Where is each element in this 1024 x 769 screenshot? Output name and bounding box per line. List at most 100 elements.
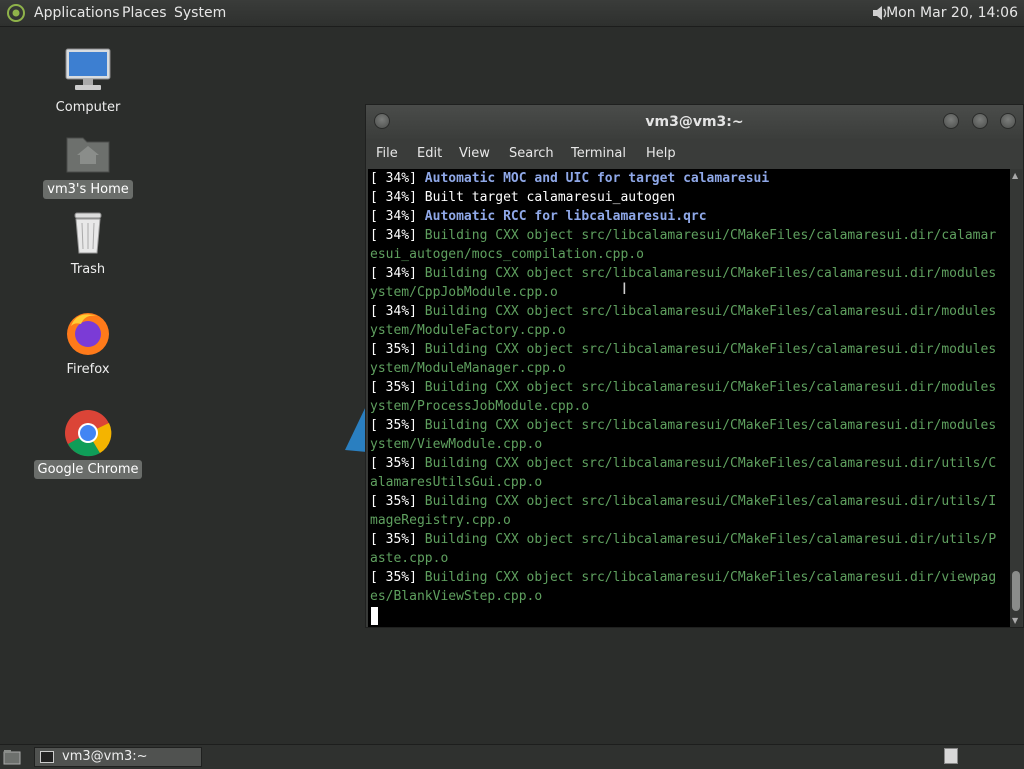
desktop-icon-label: vm3's Home bbox=[43, 180, 133, 199]
terminal-window[interactable]: vm3@vm3:~ File Edit View Search Terminal… bbox=[365, 104, 1024, 628]
progress-prefix: [ 34%] bbox=[370, 228, 425, 243]
terminal-line: ystem/CppJobModule.cpp.o bbox=[370, 285, 558, 300]
terminal-output[interactable]: [ 34%] Automatic MOC and UIC for target … bbox=[368, 169, 1010, 627]
progress-prefix: [ 34%] bbox=[370, 190, 425, 205]
trash-icon bbox=[74, 212, 102, 254]
terminal-line: es/BlankViewStep.cpp.o bbox=[370, 589, 542, 604]
line-text: ystem/ViewModule.cpp.o bbox=[370, 437, 543, 452]
menu-applications[interactable]: Applications bbox=[34, 5, 120, 21]
taskbar-button-terminal[interactable]: vm3@vm3:~ bbox=[34, 747, 202, 767]
terminal-line: [ 34%] Automatic RCC for libcalamaresui.… bbox=[370, 209, 707, 224]
line-text: mageRegistry.cpp.o bbox=[370, 513, 511, 528]
window-title: vm3@vm3:~ bbox=[645, 114, 744, 130]
terminal-line: [ 35%] Building CXX object src/libcalama… bbox=[370, 570, 996, 585]
line-text: Building CXX object src/libcalamaresui/C… bbox=[424, 228, 997, 243]
line-text: Building CXX object src/libcalamaresui/C… bbox=[424, 494, 997, 509]
line-text: Building CXX object src/libcalamaresui/C… bbox=[424, 266, 997, 281]
menu-edit[interactable]: Edit bbox=[417, 146, 442, 161]
desktop-icon-firefox[interactable]: Firefox bbox=[33, 308, 143, 379]
maximize-button[interactable] bbox=[972, 113, 988, 129]
show-desktop-icon[interactable] bbox=[3, 749, 21, 765]
terminal-line: [ 35%] Building CXX object src/libcalama… bbox=[370, 532, 996, 547]
progress-prefix: [ 34%] bbox=[370, 266, 425, 281]
desktop-icon-label: Trash bbox=[70, 262, 106, 277]
terminal-line: [ 35%] Building CXX object src/libcalama… bbox=[370, 380, 996, 395]
line-text: Building CXX object src/libcalamaresui/C… bbox=[424, 380, 997, 395]
desktop-icon-trash[interactable]: Trash bbox=[33, 208, 143, 279]
desktop-icon-chrome[interactable]: Google Chrome bbox=[33, 408, 143, 479]
progress-prefix: [ 35%] bbox=[370, 342, 425, 357]
menu-file[interactable]: File bbox=[376, 146, 398, 161]
line-text: ystem/ModuleManager.cpp.o bbox=[370, 361, 566, 376]
terminal-line: alamaresUtilsGui.cpp.o bbox=[370, 475, 542, 490]
menu-view[interactable]: View bbox=[459, 146, 490, 161]
line-text: Building CXX object src/libcalamaresui/C… bbox=[424, 304, 997, 319]
computer-icon bbox=[65, 48, 111, 90]
menu-help[interactable]: Help bbox=[646, 146, 676, 161]
progress-prefix: [ 35%] bbox=[370, 494, 425, 509]
progress-prefix: [ 35%] bbox=[370, 456, 425, 471]
line-text: Building CXX object src/libcalamaresui/C… bbox=[424, 456, 997, 471]
line-text: Building CXX object src/libcalamaresui/C… bbox=[424, 418, 997, 433]
line-text: ystem/CppJobModule.cpp.o bbox=[370, 285, 558, 300]
terminal-line: mageRegistry.cpp.o bbox=[370, 513, 511, 528]
terminal-line: ystem/ModuleFactory.cpp.o bbox=[370, 323, 566, 338]
progress-prefix: [ 35%] bbox=[370, 418, 425, 433]
terminal-line: [ 35%] Building CXX object src/libcalama… bbox=[370, 494, 996, 509]
terminal-line: ystem/ModuleManager.cpp.o bbox=[370, 361, 566, 376]
firefox-icon bbox=[67, 313, 109, 355]
terminal-line: [ 34%] Building CXX object src/libcalama… bbox=[370, 266, 996, 281]
menu-terminal[interactable]: Terminal bbox=[571, 146, 626, 161]
desktop-icon-home[interactable]: vm3's Home bbox=[33, 128, 143, 199]
terminal-line: aste.cpp.o bbox=[370, 551, 448, 566]
line-text: aste.cpp.o bbox=[370, 551, 449, 566]
line-text: Automatic RCC for libcalamaresui.qrc bbox=[424, 209, 707, 224]
terminal-line: ystem/ViewModule.cpp.o bbox=[370, 437, 542, 452]
desktop-icon-label: Computer bbox=[55, 100, 121, 115]
taskbar-button-label: vm3@vm3:~ bbox=[62, 749, 148, 764]
terminal-line: [ 34%] Building CXX object src/libcalama… bbox=[370, 304, 996, 319]
progress-prefix: [ 34%] bbox=[370, 171, 425, 186]
close-button[interactable] bbox=[1000, 113, 1016, 129]
terminal-cursor bbox=[371, 607, 378, 625]
line-text: Automatic MOC and UIC for target calamar… bbox=[424, 171, 770, 186]
window-menu-button[interactable] bbox=[374, 113, 390, 129]
clock[interactable]: Mon Mar 20, 14:06 bbox=[886, 5, 1018, 21]
scrollbar-thumb[interactable] bbox=[1012, 571, 1020, 611]
line-text: esui_autogen/mocs_compilation.cpp.o bbox=[370, 247, 644, 262]
terminal-line: esui_autogen/mocs_compilation.cpp.o bbox=[370, 247, 644, 262]
terminal-menubar: File Edit View Search Terminal Help bbox=[366, 139, 1023, 169]
terminal-line: [ 34%] Building CXX object src/libcalama… bbox=[370, 228, 996, 243]
terminal-line: [ 35%] Building CXX object src/libcalama… bbox=[370, 418, 996, 433]
top-panel: Applications Places System Mon Mar 20, 1… bbox=[0, 0, 1024, 27]
progress-prefix: [ 35%] bbox=[370, 380, 425, 395]
desktop-icon-label: Google Chrome bbox=[33, 460, 143, 479]
menu-system[interactable]: System bbox=[174, 5, 226, 21]
text-cursor-icon: I bbox=[622, 279, 627, 298]
terminal-icon bbox=[40, 751, 54, 763]
line-text: Built target calamaresui_autogen bbox=[424, 190, 676, 205]
line-text: es/BlankViewStep.cpp.o bbox=[370, 589, 543, 604]
terminal-line: [ 34%] Automatic MOC and UIC for target … bbox=[370, 171, 769, 186]
menu-search[interactable]: Search bbox=[509, 146, 554, 161]
progress-prefix: [ 34%] bbox=[370, 209, 425, 224]
line-text: Building CXX object src/libcalamaresui/C… bbox=[424, 570, 997, 585]
progress-prefix: [ 35%] bbox=[370, 532, 425, 547]
bottom-panel: vm3@vm3:~ bbox=[0, 744, 1024, 769]
line-text: Building CXX object src/libcalamaresui/C… bbox=[424, 532, 997, 547]
menu-places[interactable]: Places bbox=[122, 5, 167, 21]
home-folder-icon bbox=[66, 137, 110, 173]
window-titlebar[interactable]: vm3@vm3:~ bbox=[366, 105, 1023, 139]
line-text: ystem/ModuleFactory.cpp.o bbox=[370, 323, 566, 338]
workspace-switcher-icon[interactable] bbox=[944, 748, 958, 764]
terminal-line: [ 34%] Built target calamaresui_autogen bbox=[370, 190, 675, 205]
scroll-down-icon[interactable]: ▼ bbox=[1012, 616, 1018, 625]
scroll-up-icon[interactable]: ▲ bbox=[1012, 171, 1018, 180]
line-text: Building CXX object src/libcalamaresui/C… bbox=[424, 342, 997, 357]
mate-logo-icon[interactable] bbox=[6, 3, 26, 23]
minimize-button[interactable] bbox=[943, 113, 959, 129]
terminal-scrollbar[interactable]: ▲ ▼ bbox=[1010, 169, 1022, 627]
terminal-line: [ 35%] Building CXX object src/libcalama… bbox=[370, 342, 996, 357]
desktop-icon-computer[interactable]: Computer bbox=[33, 46, 143, 117]
desktop-icon-label: Firefox bbox=[66, 362, 110, 377]
